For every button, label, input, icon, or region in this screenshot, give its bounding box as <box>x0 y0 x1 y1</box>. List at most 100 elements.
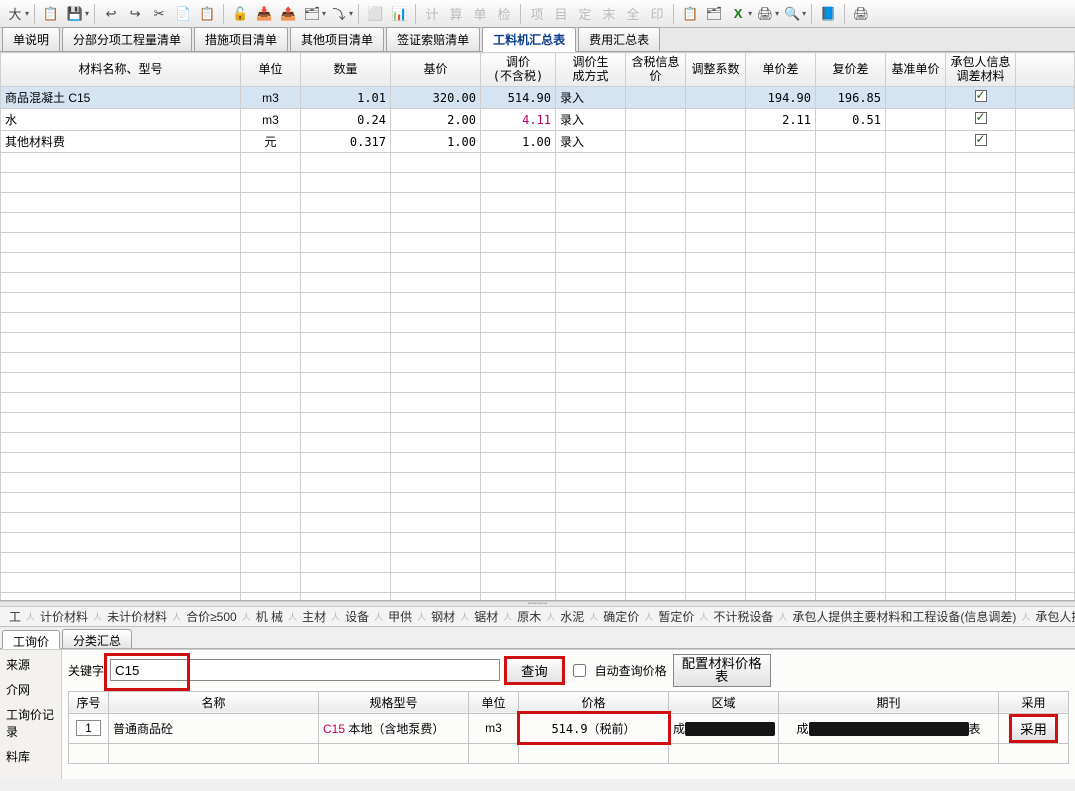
filter-tab[interactable]: 不计税设备 <box>708 607 778 626</box>
rh-area[interactable]: 区域 <box>669 691 779 713</box>
table-row[interactable] <box>1 373 1075 393</box>
table-row[interactable] <box>1 193 1075 213</box>
table-row[interactable] <box>1 393 1075 413</box>
table-row[interactable]: 其他材料费元0.3171.001.00录入 <box>1 131 1075 153</box>
result-row[interactable]: 1 普通商品砼 C15 本地（含地泵费） m3 514.9（税前） 成 成表 采… <box>69 713 1069 743</box>
table-row[interactable] <box>1 493 1075 513</box>
filter-tab[interactable]: 工 <box>4 607 26 626</box>
hdr-qty[interactable]: 数量 <box>301 53 391 87</box>
tab-desc[interactable]: 单说明 <box>2 27 60 51</box>
owner-checkbox[interactable] <box>975 134 987 146</box>
tb-paste[interactable]: 📋 <box>196 3 218 25</box>
rh-name[interactable]: 名称 <box>109 691 319 713</box>
table-row[interactable] <box>1 433 1075 453</box>
side-source[interactable]: 来源 <box>0 652 61 677</box>
tb-save[interactable]: 💾 <box>64 3 86 25</box>
tb-layout[interactable]: ⬜ <box>364 3 386 25</box>
tb-zoom[interactable]: 大 <box>4 3 26 25</box>
tab-fee-summary[interactable]: 费用汇总表 <box>578 27 660 51</box>
filter-tab[interactable]: 合价≥500 <box>181 607 242 626</box>
tb-chart[interactable]: 📊 <box>388 3 410 25</box>
filter-tab[interactable]: 计价材料 <box>35 607 93 626</box>
query-button[interactable]: 查询 <box>506 658 563 683</box>
table-row[interactable] <box>1 213 1075 233</box>
hdr-owner[interactable]: 承包人信息 调差材料 <box>946 53 1016 87</box>
config-price-button[interactable]: 配置材料价格 表 <box>673 654 771 687</box>
rh-period[interactable]: 期刊 <box>779 691 999 713</box>
hdr-tax[interactable]: 含税信息 价 <box>626 53 686 87</box>
filter-tab[interactable]: 原木 <box>512 607 546 626</box>
tb-folder[interactable]: 🗂 <box>301 3 323 25</box>
hdr-base[interactable]: 基价 <box>391 53 481 87</box>
hdr-gen[interactable]: 调价生 成方式 <box>556 53 626 87</box>
tab-visa[interactable]: 签证索赔清单 <box>386 27 480 51</box>
table-row[interactable] <box>1 153 1075 173</box>
hdr-adj[interactable]: 调价 (不含税) <box>481 53 556 87</box>
rh-spec[interactable]: 规格型号 <box>319 691 469 713</box>
hdr-coef[interactable]: 调整系数 <box>686 53 746 87</box>
tab-measure[interactable]: 措施项目清单 <box>194 27 288 51</box>
tb-excel[interactable]: X <box>727 3 749 25</box>
side-net[interactable]: 介网 <box>0 677 61 702</box>
filter-tab[interactable]: 主材 <box>297 607 331 626</box>
table-row[interactable]: 商品混凝土 C15m31.01320.00514.90录入194.90196.8… <box>1 87 1075 109</box>
keyword-input[interactable] <box>110 659 500 681</box>
table-row[interactable] <box>1 553 1075 573</box>
table-row[interactable]: 水m30.242.004.11录入2.110.51 <box>1 109 1075 131</box>
filter-tab[interactable]: 设备 <box>340 607 374 626</box>
tb-list1[interactable]: 📋 <box>679 3 701 25</box>
table-row[interactable] <box>1 173 1075 193</box>
tab-itemized[interactable]: 分部分项工程量清单 <box>62 27 192 51</box>
tb-printer[interactable]: 🖨 <box>850 3 872 25</box>
result-grid[interactable]: 序号 名称 规格型号 单位 价格 区域 期刊 采用 1 普通商品砼 C15 本地… <box>68 691 1069 764</box>
filter-tab[interactable]: 暂定价 <box>653 607 699 626</box>
tb-help[interactable]: 📘 <box>817 3 839 25</box>
tb-import[interactable]: 📥 <box>253 3 275 25</box>
tb-down[interactable]: ⤵ <box>328 3 350 25</box>
adopt-button[interactable]: 采用 <box>1011 716 1056 741</box>
filter-tab[interactable]: 机 械 <box>251 607 288 626</box>
rh-num[interactable]: 序号 <box>69 691 109 713</box>
owner-checkbox[interactable] <box>975 90 987 102</box>
tb-open[interactable]: 📋 <box>40 3 62 25</box>
side-lib[interactable]: 料库 <box>0 744 61 769</box>
table-row[interactable] <box>1 233 1075 253</box>
tb-lock[interactable]: 🔓 <box>229 3 251 25</box>
hdr-d1[interactable]: 单价差 <box>746 53 816 87</box>
tb-list2[interactable]: 🗂 <box>703 3 725 25</box>
hdr-name[interactable]: 材料名称、型号 <box>1 53 241 87</box>
table-row[interactable] <box>1 293 1075 313</box>
filter-tab[interactable]: 未计价材料 <box>102 607 172 626</box>
table-row[interactable] <box>1 313 1075 333</box>
table-row[interactable] <box>1 573 1075 593</box>
table-row[interactable] <box>1 353 1075 373</box>
filter-tab[interactable]: 确定价 <box>598 607 644 626</box>
tab-material-summary[interactable]: 工料机汇总表 <box>482 27 576 52</box>
auto-query-checkbox[interactable] <box>573 664 586 677</box>
hdr-bench[interactable]: 基准单价 <box>886 53 946 87</box>
tb-copy[interactable]: 📄 <box>172 3 194 25</box>
filter-tab[interactable]: 钢材 <box>426 607 460 626</box>
table-row[interactable] <box>1 333 1075 353</box>
table-row[interactable] <box>1 413 1075 433</box>
tb-redo[interactable]: ↪ <box>124 3 146 25</box>
tab-other[interactable]: 其他项目清单 <box>290 27 384 51</box>
filter-tab[interactable]: 承包人提供主要材料 <box>1030 607 1075 626</box>
filter-tab[interactable]: 水泥 <box>555 607 589 626</box>
side-record[interactable]: 工询价记录 <box>0 702 61 744</box>
filter-tab[interactable]: 甲供 <box>383 607 417 626</box>
hdr-unit[interactable]: 单位 <box>241 53 301 87</box>
tb-export[interactable]: 📤 <box>277 3 299 25</box>
rh-use[interactable]: 采用 <box>999 691 1069 713</box>
subtab-query[interactable]: 工询价 <box>2 630 60 649</box>
hdr-d2[interactable]: 复价差 <box>816 53 886 87</box>
table-row[interactable] <box>1 453 1075 473</box>
table-row[interactable] <box>1 533 1075 553</box>
table-row[interactable] <box>1 513 1075 533</box>
table-row[interactable] <box>1 473 1075 493</box>
filter-tab[interactable]: 锯材 <box>469 607 503 626</box>
owner-checkbox[interactable] <box>975 112 987 124</box>
filter-tab[interactable]: 承包人提供主要材料和工程设备(信息调差) <box>787 607 1021 626</box>
rh-price[interactable]: 价格 <box>519 691 669 713</box>
subtab-category[interactable]: 分类汇总 <box>62 629 132 648</box>
